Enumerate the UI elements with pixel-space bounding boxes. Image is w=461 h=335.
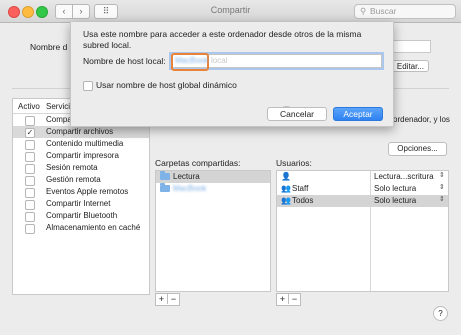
- user-permission[interactable]: Solo lectura: [374, 184, 416, 193]
- shared-folder-name: Lectura: [173, 172, 200, 181]
- service-label: Sesión remota: [46, 163, 98, 172]
- search-icon: ⚲: [360, 6, 367, 16]
- hostname-suffix: local: [211, 56, 228, 65]
- service-label: Almacenamiento en caché: [46, 223, 141, 232]
- user-name: Todos: [292, 196, 314, 205]
- service-label: Compartir archivos: [46, 127, 114, 136]
- group-icon: 👥: [281, 196, 291, 205]
- service-row[interactable]: Almacenamiento en caché: [13, 222, 149, 234]
- hostname-sheet: Usa este nombre para acceder a este orde…: [70, 22, 394, 127]
- remove-folder-button[interactable]: −: [167, 294, 179, 304]
- service-label: Compa: [46, 115, 72, 124]
- service-label: Gestión remota: [46, 175, 101, 184]
- service-row[interactable]: Compartir Internet: [13, 198, 149, 210]
- local-hostname-input[interactable]: MacBook local: [171, 53, 382, 71]
- search-input[interactable]: ⚲ Buscar: [354, 4, 456, 19]
- hostname-value: MacBook: [175, 56, 209, 65]
- services-list[interactable]: Activo Servici Compa ✓ Compartir archivo…: [12, 98, 150, 295]
- service-label: Compartir Bluetooth: [46, 211, 118, 220]
- service-checkbox[interactable]: [25, 224, 35, 234]
- service-row[interactable]: Compartir impresora: [13, 150, 149, 162]
- service-checkbox[interactable]: [25, 140, 35, 150]
- service-label: Contenido multimedia: [46, 139, 124, 148]
- local-hostname-label: Nombre de host local:: [83, 56, 166, 66]
- service-row[interactable]: ✓ Compartir archivos: [13, 126, 149, 138]
- shared-folders-list[interactable]: Lectura MacBook: [155, 170, 271, 292]
- user-row[interactable]: 👤 Lectura...scritura ⇕: [277, 171, 448, 183]
- title-bar: ‹ › ⠿ Compartir ⚲ Buscar: [0, 0, 461, 23]
- service-label: Compartir impresora: [46, 151, 119, 160]
- status-description: ordenador, y los: [393, 115, 450, 124]
- shared-folders-label: Carpetas compartidas:: [155, 158, 241, 168]
- user-row[interactable]: 👥 Todos Solo lectura ⇕: [277, 195, 448, 207]
- service-column-header: Servici: [46, 102, 71, 111]
- global-hostname-checkbox[interactable]: [83, 81, 93, 91]
- help-button[interactable]: ?: [433, 306, 448, 321]
- chevron-updown-icon[interactable]: ⇕: [439, 195, 445, 203]
- global-hostname-label: Usar nombre de host global dinámico: [96, 80, 237, 90]
- add-user-button[interactable]: +: [277, 294, 288, 304]
- service-row[interactable]: Contenido multimedia: [13, 138, 149, 150]
- computer-name-label: Nombre d: [30, 42, 68, 52]
- service-checkbox[interactable]: [25, 188, 35, 198]
- accept-button[interactable]: Aceptar: [333, 107, 383, 121]
- folder-icon: [160, 171, 170, 180]
- user-icon: 👤: [281, 172, 291, 181]
- service-checkbox[interactable]: [25, 212, 35, 222]
- service-label: Eventos Apple remotos: [46, 187, 129, 196]
- service-row[interactable]: Sesión remota: [13, 162, 149, 174]
- cancel-button[interactable]: Cancelar: [267, 107, 327, 121]
- user-permission[interactable]: Lectura...scritura: [374, 172, 434, 181]
- user-name: Staff: [292, 184, 309, 193]
- sheet-message: Usa este nombre para acceder a este orde…: [83, 29, 362, 50]
- service-checkbox[interactable]: [25, 164, 35, 174]
- service-checkbox[interactable]: [25, 116, 35, 126]
- options-button[interactable]: Opciones...: [388, 142, 447, 156]
- service-label: Compartir Internet: [46, 199, 111, 208]
- service-row[interactable]: Compartir Bluetooth: [13, 210, 149, 222]
- chevron-updown-icon[interactable]: ⇕: [439, 171, 445, 179]
- service-row[interactable]: Eventos Apple remotos: [13, 186, 149, 198]
- group-icon: 👥: [281, 184, 291, 193]
- add-folder-button[interactable]: +: [156, 294, 167, 304]
- shared-folder-name: MacBook: [173, 184, 207, 193]
- remove-user-button[interactable]: −: [288, 294, 300, 304]
- search-placeholder: Buscar: [370, 6, 397, 16]
- folders-add-remove: + −: [155, 293, 180, 306]
- active-column-header: Activo: [18, 102, 40, 111]
- service-checkbox[interactable]: [25, 200, 35, 210]
- users-list[interactable]: 👤 Lectura...scritura ⇕ 👥 Staff Solo lect…: [276, 170, 449, 292]
- shared-folder-row[interactable]: Lectura: [156, 171, 270, 183]
- shared-folder-row[interactable]: MacBook: [156, 183, 270, 195]
- service-row[interactable]: Gestión remota: [13, 174, 149, 186]
- user-row[interactable]: 👥 Staff Solo lectura ⇕: [277, 183, 448, 195]
- service-checkbox[interactable]: [25, 176, 35, 186]
- folder-icon: [160, 183, 170, 192]
- chevron-updown-icon[interactable]: ⇕: [439, 183, 445, 191]
- service-checkbox[interactable]: [25, 152, 35, 162]
- user-permission[interactable]: Solo lectura: [374, 196, 416, 205]
- users-add-remove: + −: [276, 293, 301, 306]
- service-checkbox[interactable]: ✓: [25, 128, 35, 138]
- users-label: Usuarios:: [276, 158, 312, 168]
